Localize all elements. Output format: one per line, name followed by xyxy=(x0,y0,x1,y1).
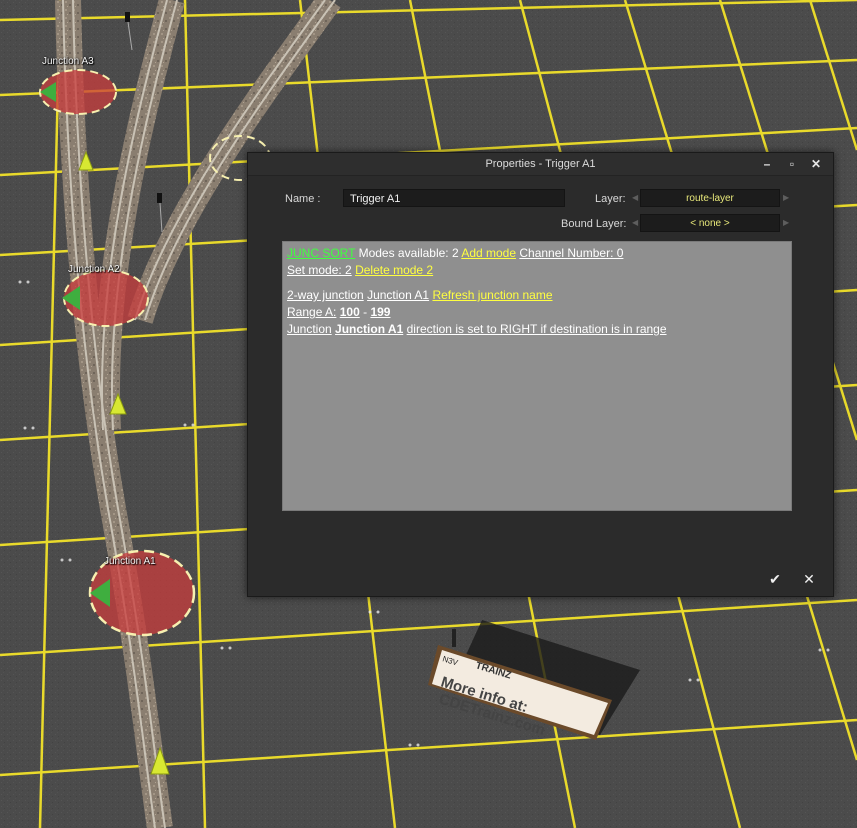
junction-label-a3: Junction A3 xyxy=(42,56,94,67)
properties-content: JUNC SORT Modes available: 2 Add mode Ch… xyxy=(282,241,792,511)
maximize-button[interactable]: ▫ xyxy=(783,155,801,173)
ok-button[interactable]: ✔ xyxy=(764,568,786,590)
bound-layer-prev-arrow-icon[interactable]: ◀ xyxy=(632,214,638,232)
junction-row: 2-way junction Junction A1 Refresh junct… xyxy=(287,288,553,302)
add-mode-link[interactable]: Add mode xyxy=(461,246,516,260)
name-field[interactable]: Trigger A1 xyxy=(343,189,565,207)
cancel-button[interactable]: ✕ xyxy=(798,568,820,590)
layer-dropdown[interactable]: route-layer xyxy=(640,189,780,207)
set-mode-link[interactable]: Set mode: 2 xyxy=(287,263,352,277)
range-max-link[interactable]: 199 xyxy=(370,305,390,319)
layer-prev-arrow-icon[interactable]: ◀ xyxy=(632,189,638,207)
mode-tag-link[interactable]: JUNC SORT xyxy=(287,246,355,260)
bound-layer-label: Bound Layer: xyxy=(561,218,627,230)
junction-label-a2: Junction A2 xyxy=(68,264,120,275)
direction-row: Junction Junction A1 direction is set to… xyxy=(287,322,667,336)
layer-label: Layer: xyxy=(595,193,626,205)
junction-type-link[interactable]: 2-way junction xyxy=(287,288,364,302)
junction-name-link[interactable]: Junction A1 xyxy=(367,288,429,302)
direction-setting-link[interactable]: direction is set to RIGHT if destination… xyxy=(407,322,667,336)
properties-dialog: Properties - Trigger A1 – ▫ ✕ Name : Tri… xyxy=(247,152,834,597)
modes-available: Modes available: 2 xyxy=(358,246,459,260)
modes-row: JUNC SORT Modes available: 2 Add mode Ch… xyxy=(287,246,623,260)
range-separator: - xyxy=(363,305,368,319)
refresh-junction-link[interactable]: Refresh junction name xyxy=(432,288,552,302)
minimize-button[interactable]: – xyxy=(758,155,776,173)
dialog-title: Properties - Trigger A1 xyxy=(485,158,596,170)
dialog-titlebar[interactable]: Properties - Trigger A1 – ▫ ✕ xyxy=(248,153,833,176)
range-label-link[interactable]: Range A: xyxy=(287,305,336,319)
direction-junction-name: Junction A1 xyxy=(335,322,404,336)
channel-number-link[interactable]: Channel Number: 0 xyxy=(519,246,623,260)
layer-next-arrow-icon[interactable]: ▶ xyxy=(783,189,789,207)
range-min-link[interactable]: 100 xyxy=(340,305,360,319)
range-row: Range A: 100 - 199 xyxy=(287,305,390,319)
bound-layer-next-arrow-icon[interactable]: ▶ xyxy=(783,214,789,232)
set-mode-row: Set mode: 2 Delete mode 2 xyxy=(287,263,433,277)
junction-label-a1: Junction A1 xyxy=(104,556,156,567)
name-label: Name : xyxy=(285,193,321,205)
delete-mode-link[interactable]: Delete mode 2 xyxy=(355,263,433,277)
bound-layer-dropdown[interactable]: < none > xyxy=(640,214,780,232)
close-button[interactable]: ✕ xyxy=(807,155,825,173)
direction-prefix: Junction xyxy=(287,322,332,336)
